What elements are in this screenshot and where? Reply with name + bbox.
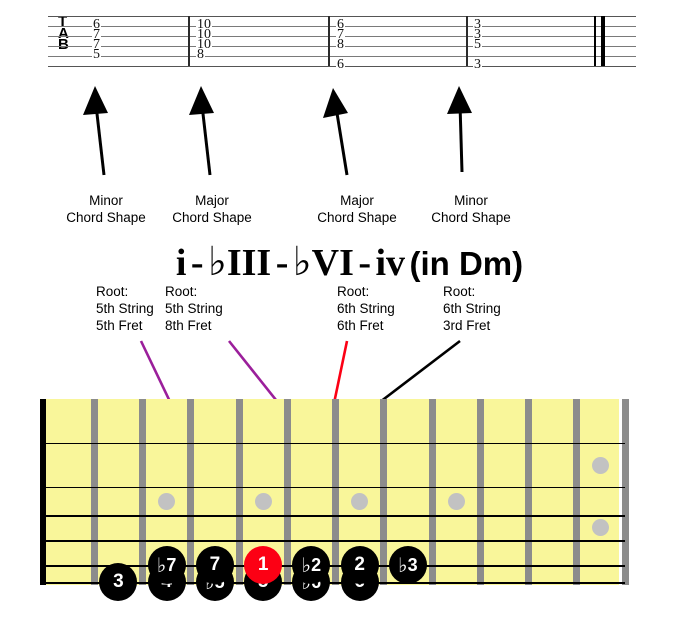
chord-progression: i - ♭III - ♭VI - iv (in Dm) [0, 238, 699, 285]
fret-wire [428, 399, 436, 585]
fret-inlay-dot [254, 492, 272, 510]
fret-wire [90, 399, 98, 585]
note-degree-label: 3 [113, 571, 124, 592]
fret-wire [573, 399, 581, 585]
root-info-2-fret: 8th Fret [165, 318, 212, 333]
root-info-3-label: Root: [337, 284, 370, 299]
shape-label-3: Major Chord Shape [297, 192, 417, 226]
fret-wire [139, 399, 146, 585]
fretboard-diagram: 34♭55♭66♭771♭22♭3 [40, 399, 629, 601]
root-info-2-label: Root: [165, 284, 198, 299]
uparrow-3 [323, 88, 349, 176]
root-info-3: Root: 6th String 6th Fret [337, 283, 395, 334]
progression-chord-3: VI [311, 242, 354, 284]
fretboard-string-line [46, 443, 625, 445]
fretboard-note: 3 [99, 563, 138, 601]
shape-label-4-line2: Chord Shape [431, 210, 511, 225]
fret-wire [621, 399, 629, 585]
shape-label-3-line1: Major [340, 193, 374, 208]
shape-label-1: Minor Chord Shape [46, 192, 166, 226]
uparrow-4 [447, 86, 472, 173]
tab-letter-b: B [58, 36, 69, 53]
fret-wire [476, 399, 484, 585]
progression-dash-3: - [358, 242, 372, 284]
note-degree-label: 2 [311, 554, 322, 575]
flat-symbol-1: ♭ [207, 239, 227, 284]
root-info-2-string: 5th String [165, 301, 223, 316]
root-info-3-string: 6th String [337, 301, 395, 316]
fret-wire [525, 399, 532, 585]
tab-barline [188, 16, 190, 66]
fret-wire [235, 399, 243, 585]
fret-inlay-dot [447, 492, 465, 510]
tab-barline [466, 16, 468, 66]
fretboard-note: 2 [340, 546, 379, 584]
tab-fret-number: 6 [336, 57, 345, 72]
flat-symbol: ♭ [301, 554, 312, 577]
progression-dash-1: - [190, 242, 204, 284]
tab-staff: T A B 6 7 7 5 10 10 10 8 6 7 8 6 3 3 5 3 [48, 10, 636, 72]
shape-label-4: Minor Chord Shape [411, 192, 531, 226]
note-degree-label: 7 [209, 554, 221, 575]
note-degree-label: 2 [354, 554, 365, 575]
fret-wire [283, 399, 291, 585]
root-info-4-string: 6th String [443, 301, 501, 316]
fret-inlay-dot [592, 519, 610, 536]
tab-endbar-thick [601, 16, 605, 66]
root-info-1-fret: 5th Fret [96, 318, 143, 333]
shape-label-1-line1: Minor [89, 193, 123, 208]
uparrow-2 [189, 86, 214, 176]
root-info-3-fret: 6th Fret [337, 318, 384, 333]
flat-symbol-2: ♭ [292, 239, 312, 284]
shape-label-2-line2: Chord Shape [172, 210, 252, 225]
progression-key: (in Dm) [409, 245, 524, 282]
shape-label-2-line1: Major [195, 193, 229, 208]
root-info-1-label: Root: [96, 284, 129, 299]
shape-label-2: Major Chord Shape [152, 192, 272, 226]
tab-fret-number: 5 [473, 37, 482, 52]
root-info-4-fret: 3rd Fret [443, 318, 491, 333]
tab-fret-number: 8 [336, 37, 345, 52]
root-info-4-label: Root: [443, 284, 476, 299]
fretboard-string-line [46, 565, 625, 567]
tab-endbar-thin [594, 16, 596, 66]
note-degree-label: 7 [166, 554, 177, 575]
fret-inlay-dot [592, 456, 610, 474]
tab-barline [328, 16, 330, 66]
root-info-1: Root: 5th String 5th Fret [96, 283, 154, 334]
fretboard-note: 7 [195, 546, 234, 584]
note-degree-label: 3 [407, 554, 418, 575]
root-info-2: Root: 5th String 8th Fret [165, 283, 223, 334]
fret-inlay-dot [158, 492, 176, 510]
progression-chord-4: iv [375, 242, 406, 284]
progression-chord-2: III [226, 242, 272, 284]
tab-fret-number: 3 [473, 57, 482, 72]
fret-wire [332, 399, 339, 585]
fret-inlay-dot [351, 492, 369, 510]
fretboard-note: ♭ 3 [388, 546, 427, 584]
fretboard-root-note: 1 [244, 546, 283, 584]
fretboard-note: ♭ 7 [147, 546, 186, 584]
fretboard-string-line [46, 515, 625, 517]
root-info-1-string: 5th String [96, 301, 154, 316]
flat-symbol: ♭ [398, 554, 408, 577]
shape-label-3-line2: Chord Shape [317, 210, 397, 225]
root-info-4: Root: 6th String 3rd Fret [443, 283, 501, 334]
fret-wire [380, 399, 388, 585]
uparrow-1 [83, 86, 108, 176]
progression-chord-1: i [175, 242, 187, 284]
flat-symbol: ♭ [156, 554, 167, 577]
tab-fret-number: 8 [196, 47, 205, 62]
tab-fret-number: 5 [92, 47, 101, 62]
fret-wire [187, 399, 195, 585]
fretboard-string-line [46, 487, 625, 489]
note-degree-label: 1 [257, 554, 269, 575]
shape-label-4-line1: Minor [454, 193, 488, 208]
progression-dash-2: - [275, 242, 289, 284]
fretboard-string-line [46, 540, 625, 542]
shape-label-1-line2: Chord Shape [66, 210, 146, 225]
